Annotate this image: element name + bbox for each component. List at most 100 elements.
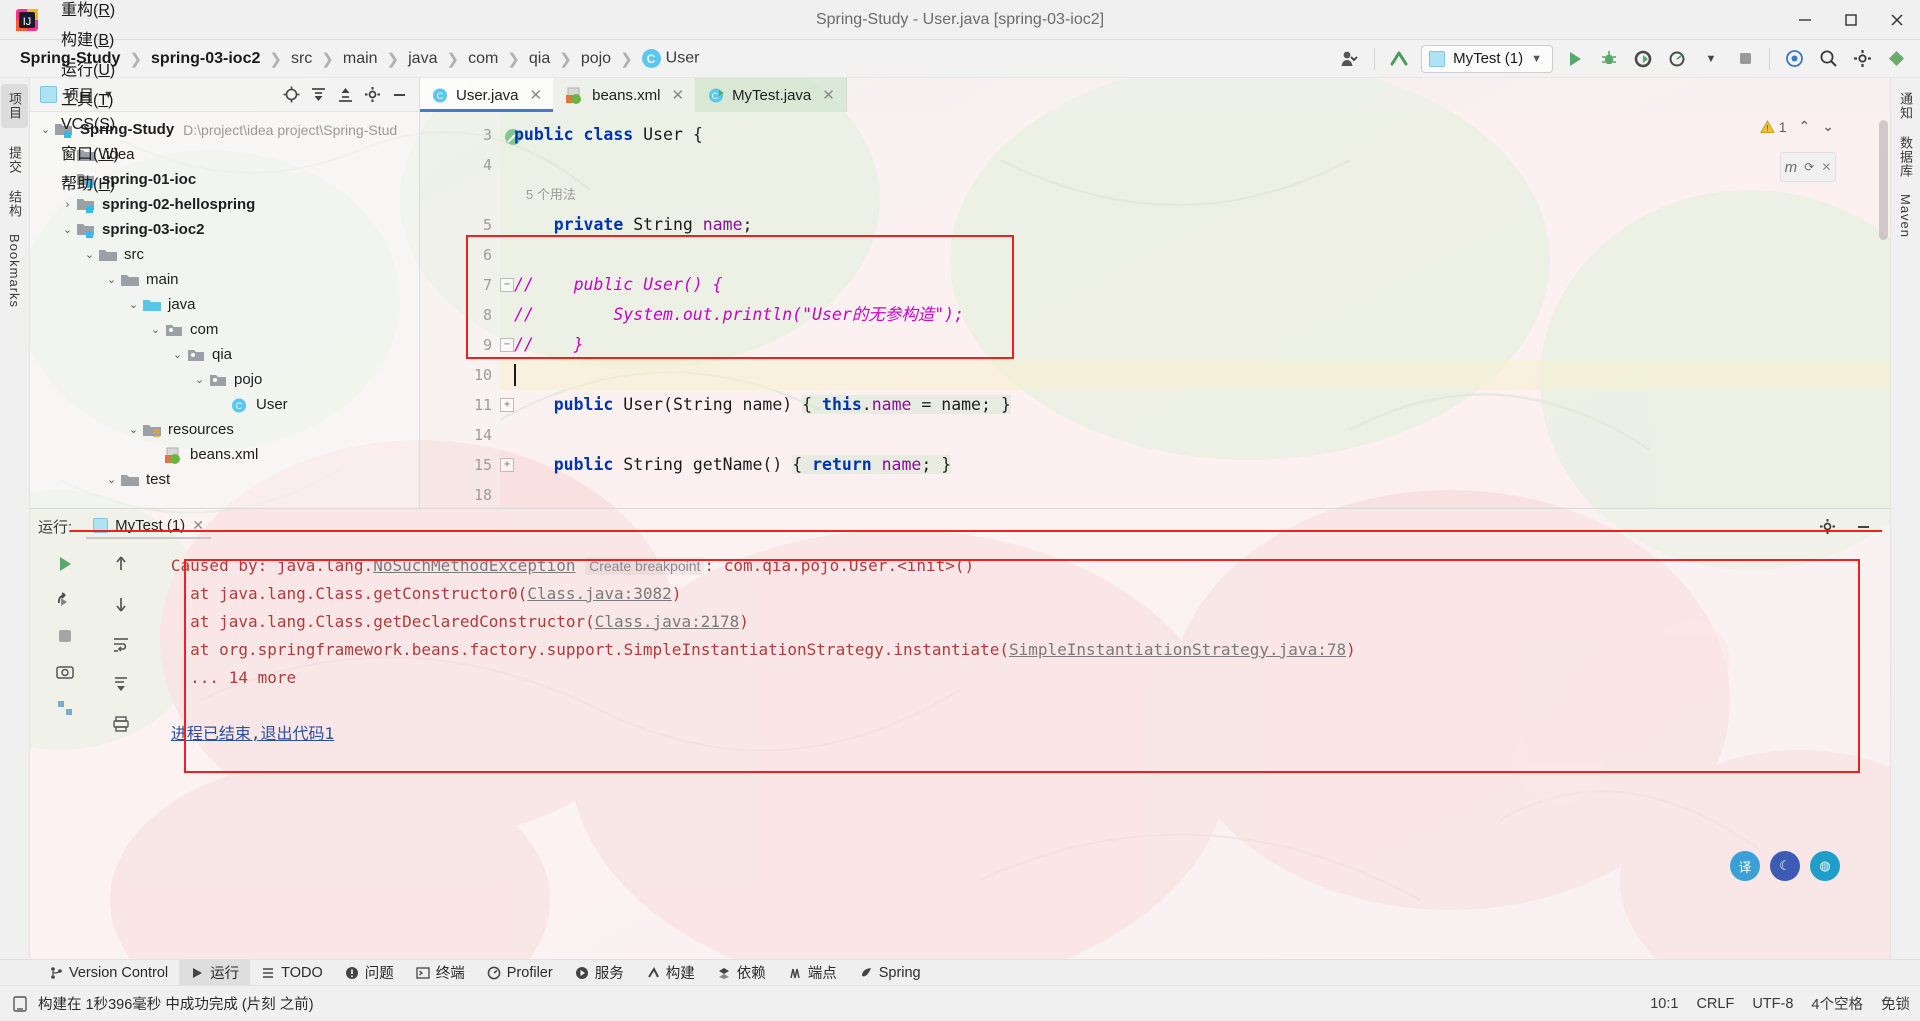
tree-node-pojo[interactable]: ⌄ pojo [30, 367, 419, 392]
stripe-database[interactable]: 数据库 [1892, 128, 1919, 186]
code-line[interactable] [500, 420, 1890, 450]
chevron-right-icon[interactable]: › [59, 199, 76, 211]
stripe-bookmarks[interactable]: Bookmarks [3, 226, 26, 316]
tree-node-qia[interactable]: ⌄ qia [30, 342, 419, 367]
console-line[interactable]: Caused by: java.lang.NoSuchMethodExcepti… [142, 552, 1890, 580]
lock-status[interactable]: 免锁 [1881, 993, 1910, 1014]
stacktrace-link[interactable]: SimpleInstantiationStrategy.java:78 [1009, 640, 1346, 659]
inlay-usage-hint[interactable]: 5 个用法 [500, 180, 1890, 210]
gutter-line-number[interactable]: 9− [420, 330, 514, 360]
tree-node-spring-03-ioc2[interactable]: ⌄ spring-03-ioc2 [30, 217, 419, 242]
update-project-icon[interactable] [1383, 44, 1415, 74]
tree-node-user[interactable]: C User [30, 392, 419, 417]
console-line[interactable]: at java.lang.Class.getConstructor0(Class… [142, 580, 1890, 608]
tree-node-com[interactable]: ⌄ com [30, 317, 419, 342]
tool-window-button--[interactable]: 运行 [179, 959, 251, 986]
gutter-line-number[interactable]: 14 [420, 420, 500, 450]
gutter-line-number[interactable]: 11 + [420, 390, 514, 420]
expand-all-icon[interactable] [305, 82, 332, 108]
breadcrumb-item-spring-03-ioc2[interactable]: spring-03-ioc2 [147, 48, 264, 70]
badge-translate-icon[interactable]: 译 [1730, 851, 1760, 881]
menu-tools[interactable]: 工具(T) [50, 83, 130, 113]
tool-window-button-spring[interactable]: Spring [848, 962, 932, 984]
tool-window-button-todo[interactable]: TODO [250, 962, 334, 984]
breadcrumb-item-qia[interactable]: qia [525, 48, 554, 70]
close-icon[interactable]: ✕ [530, 86, 543, 104]
scroll-to-end-icon[interactable] [108, 671, 134, 697]
create-breakpoint-hint[interactable]: Create breakpoint [585, 557, 705, 575]
gear-icon[interactable] [359, 82, 386, 108]
camera-icon[interactable] [52, 659, 78, 685]
gutter-line-number[interactable]: 7− [420, 270, 514, 300]
tool-window-button-profiler[interactable]: Profiler [476, 962, 564, 984]
chevron-down-icon[interactable]: ⌄ [125, 423, 142, 436]
tree-node-java[interactable]: ⌄ java [30, 292, 419, 317]
file-encoding[interactable]: UTF-8 [1752, 996, 1793, 1012]
maximize-button[interactable] [1828, 0, 1874, 40]
tool-window-button--[interactable]: 服务 [564, 959, 635, 986]
close-icon[interactable]: ✕ [1821, 160, 1831, 174]
chevron-down-icon[interactable]: ⌄ [147, 323, 164, 336]
editor-tab-beans-xml[interactable]: beans.xml ✕ [554, 78, 697, 112]
stripe-project[interactable]: 项目 [1, 84, 28, 128]
gutter-line-number[interactable]: 8 [420, 300, 500, 330]
debug-icon[interactable] [1593, 44, 1625, 74]
stacktrace-link[interactable]: Class.java:3082 [527, 584, 672, 603]
tool-window-button--[interactable]: 问题 [334, 959, 405, 986]
notifications-icon[interactable] [1778, 44, 1810, 74]
tool-window-button-version-control[interactable]: Version Control [38, 962, 179, 984]
up-arrow-icon[interactable] [108, 551, 134, 577]
stripe-notifications[interactable]: 通知 [1892, 84, 1919, 128]
code-line[interactable] [500, 240, 1890, 270]
editor-gutter[interactable]: 3 4 5 6 7−8 9−10 11 +14 15 +18 [420, 112, 521, 508]
console-line[interactable]: at java.lang.Class.getDeclaredConstructo… [142, 608, 1890, 636]
gutter-line-number[interactable]: 5 [420, 210, 500, 240]
gutter-line-number[interactable]: 15 + [420, 450, 514, 480]
breadcrumb-item-java[interactable]: java [404, 48, 441, 70]
code-line[interactable]: // } [500, 330, 1890, 360]
run-configuration-selector[interactable]: MyTest (1) ▼ [1421, 44, 1553, 73]
menu-help[interactable]: 帮助(H) [50, 167, 130, 197]
tool-window-button--[interactable]: 依赖 [706, 959, 777, 986]
stacktrace-link[interactable]: NoSuchMethodException [373, 556, 575, 575]
menu-run[interactable]: 运行(U) [50, 53, 130, 83]
stacktrace-link[interactable]: Class.java:2178 [595, 612, 740, 631]
help-icon[interactable] [1880, 44, 1912, 74]
chevron-down-icon[interactable]: ⌄ [103, 273, 120, 286]
breadcrumb-item-user[interactable]: C User [638, 47, 704, 70]
profile-icon[interactable] [1661, 44, 1693, 74]
chevron-down-icon[interactable]: ⌄ [169, 348, 186, 361]
prev-problem-icon[interactable]: ⌃ [1799, 118, 1811, 135]
menu-vcs[interactable]: VCS(S) [50, 113, 130, 137]
chevron-down-icon[interactable]: ⌄ [191, 373, 208, 386]
code-line[interactable]: public String getName() { return name; } [500, 450, 1890, 480]
search-icon[interactable] [1812, 44, 1844, 74]
code-line[interactable] [500, 480, 1890, 508]
stop-icon[interactable] [52, 623, 78, 649]
code-line[interactable]: public class User { [500, 120, 1890, 150]
tool-window-button--[interactable]: 终端 [405, 959, 476, 986]
tool-window-button--[interactable]: 构建 [635, 959, 706, 986]
console-line[interactable]: at org.springframework.beans.factory.sup… [142, 636, 1890, 664]
refresh-icon[interactable]: ⟳ [1804, 160, 1814, 174]
breadcrumb-item-src[interactable]: src [287, 48, 316, 70]
code-line[interactable]: // System.out.println("User的无参构造"); [500, 300, 1890, 330]
stripe-structure[interactable]: 结构 [1, 182, 28, 226]
menu-window[interactable]: 窗口(W) [50, 137, 130, 167]
chevron-down-icon[interactable]: ▼ [1695, 44, 1727, 74]
code-line[interactable] [500, 150, 1890, 180]
tree-node-test[interactable]: ⌄ test [30, 467, 419, 492]
indent-setting[interactable]: 4个空格 [1811, 993, 1863, 1014]
code-line[interactable]: private String name; [500, 210, 1890, 240]
breadcrumb-item-pojo[interactable]: pojo [577, 48, 615, 70]
collapse-all-icon[interactable] [332, 82, 359, 108]
editor-code-area[interactable]: 3 4 5 6 7−8 9−10 11 +14 15 +18 public class User … [420, 112, 1890, 508]
stop-icon[interactable] [1729, 44, 1761, 74]
tool-window-button--[interactable]: 端点 [777, 959, 848, 986]
editor-tab-user-java[interactable]: C User.java ✕ [420, 78, 555, 112]
minimize-icon[interactable] [1850, 513, 1876, 539]
chevron-down-icon[interactable]: ⌄ [125, 298, 142, 311]
badge-moon-icon[interactable]: ☾ [1770, 851, 1800, 881]
soft-wrap-icon[interactable] [108, 631, 134, 657]
close-icon[interactable]: ✕ [822, 86, 835, 104]
